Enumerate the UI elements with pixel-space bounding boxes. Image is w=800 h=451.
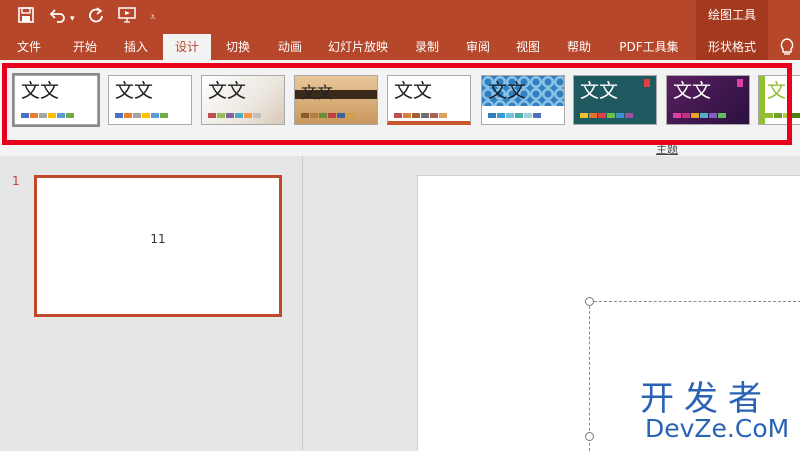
themes-group-label: 主题 xyxy=(656,143,678,156)
tab-file[interactable]: 文件 xyxy=(8,34,50,60)
theme-color-swatches xyxy=(488,113,542,118)
start-from-beginning-icon[interactable] xyxy=(118,7,136,27)
theme-circuit[interactable]: 文文 xyxy=(481,75,565,125)
tab-home[interactable]: 开始 xyxy=(62,34,108,60)
redo-icon[interactable] xyxy=(88,7,104,27)
theme-sample-text: 文文 xyxy=(115,80,154,102)
resize-handle[interactable] xyxy=(585,297,594,306)
theme-facet[interactable]: 文 xyxy=(758,75,800,125)
theme-office[interactable]: 文文 xyxy=(12,73,100,127)
tab-pdf-tools[interactable]: PDF工具集 xyxy=(612,34,686,60)
resize-handle[interactable] xyxy=(585,432,594,441)
theme-color-swatches xyxy=(765,113,800,118)
tab-shape-format[interactable]: 形状格式 xyxy=(696,34,768,60)
theme-color-swatches xyxy=(208,113,262,118)
theme-retrospect[interactable]: 文文 xyxy=(387,75,471,125)
theme-office-2013[interactable]: 文文 xyxy=(108,75,192,125)
slide-thumbnail-text: 11 xyxy=(150,232,166,246)
theme-color-swatches xyxy=(394,113,448,118)
theme-color-swatches xyxy=(301,113,355,118)
tab-help[interactable]: 帮助 xyxy=(557,34,601,60)
watermark-line2: DevZe.CoM xyxy=(645,414,790,443)
theme-sample-text: 文文 xyxy=(394,80,433,102)
slide-number: 1 xyxy=(12,174,20,188)
context-title: 绘图工具 xyxy=(696,0,768,34)
theme-accent xyxy=(644,79,650,87)
lightbulb-icon[interactable] xyxy=(774,34,800,60)
watermark-line1: 开发者 xyxy=(640,379,772,419)
theme-sample-text: 文文 xyxy=(21,80,60,102)
theme-color-swatches xyxy=(115,113,169,118)
tab-slideshow[interactable]: 幻灯片放映 xyxy=(322,34,394,60)
tab-review[interactable]: 审阅 xyxy=(456,34,500,60)
slide-thumbnail[interactable]: 11 xyxy=(34,175,282,317)
quick-access-toolbar: ▾ ⩡ xyxy=(0,0,800,34)
theme-ion[interactable]: 文文 xyxy=(573,75,657,125)
customize-quick-access-icon[interactable]: ⩡ xyxy=(150,9,156,27)
tab-design[interactable]: 设计 xyxy=(163,34,211,60)
tab-transitions[interactable]: 切换 xyxy=(216,34,260,60)
theme-ion-boardroom[interactable]: 文文 xyxy=(666,75,750,125)
theme-accent xyxy=(737,79,743,87)
save-icon[interactable] xyxy=(18,7,34,27)
theme-sample-text: 文文 xyxy=(673,80,712,102)
theme-sample-text: 文文 xyxy=(580,80,619,102)
theme-faceted[interactable]: 文文 xyxy=(201,75,285,125)
theme-color-swatches xyxy=(673,113,727,118)
undo-icon[interactable] xyxy=(49,7,66,27)
theme-color-swatches xyxy=(580,113,634,118)
tab-view[interactable]: 视图 xyxy=(506,34,550,60)
chevron-down-icon[interactable]: ▾ xyxy=(70,10,75,28)
theme-sample-text: 文文 xyxy=(301,83,334,102)
tab-insert[interactable]: 插入 xyxy=(114,34,158,60)
theme-sample-text: 文文 xyxy=(488,80,527,102)
tab-animations[interactable]: 动画 xyxy=(268,34,312,60)
ribbon-tabs: 文件 开始 插入 设计 切换 动画 幻灯片放映 录制 审阅 视图 帮助 PDF工… xyxy=(0,34,800,60)
tab-record[interactable]: 录制 xyxy=(406,34,448,60)
theme-sample-text: 文 xyxy=(767,80,787,102)
theme-sample-text: 文文 xyxy=(208,80,247,102)
theme-color-swatches xyxy=(21,113,75,118)
theme-wood[interactable]: 文文 xyxy=(294,75,378,125)
